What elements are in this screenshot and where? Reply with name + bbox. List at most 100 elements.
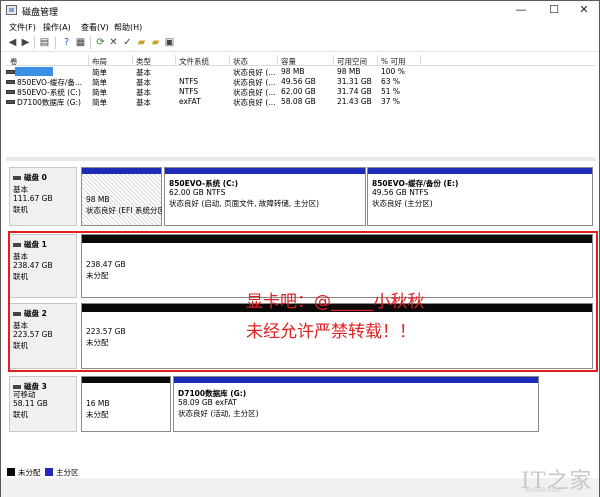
col-free-space[interactable]: 可用空间 <box>337 56 367 67</box>
volume-percent: 51 % <box>381 87 401 96</box>
minimize-button[interactable]: — <box>506 1 536 20</box>
volume-type: 基本 <box>136 98 151 107</box>
status-bar <box>1 478 599 497</box>
drive-icon <box>6 70 15 74</box>
menu-view[interactable]: 查看(V) <box>81 22 109 33</box>
toolbar-divider <box>90 37 91 49</box>
g-partition[interactable]: D7100数据库 (G:) 58.09 GB exFAT 状态良好 (活动, 主… <box>173 376 539 432</box>
col-percent-free[interactable]: % 可用 <box>381 56 406 67</box>
menu-bar: 文件(F) 操作(A) 查看(V) 帮助(H) <box>1 20 599 34</box>
disk-3-label[interactable]: 磁盘 3 可移动 58.11 GB 联机 <box>9 376 77 432</box>
toolbar-divider <box>34 37 35 49</box>
volume-percent: 63 % <box>381 77 401 86</box>
toolbar: ◀ ▶ ▤ ? ▦ ⟳ ✕ ✓ ▰ ▰ ▣ <box>1 34 599 52</box>
check-icon[interactable]: ✓ <box>122 37 133 48</box>
menu-action[interactable]: 操作(A) <box>43 22 71 33</box>
refresh-icon[interactable]: ⟳ <box>95 37 106 48</box>
c-partition[interactable]: 850EVO-系统 (C:) 62.00 GB NTFS 状态良好 (启动, 页… <box>164 167 366 226</box>
volume-percent: 37 % <box>381 97 401 106</box>
volume-free: 21.43 GB <box>337 97 372 106</box>
disk-state: 联机 <box>13 410 28 419</box>
volume-fs: NTFS <box>179 77 199 86</box>
volume-percent: 100 % <box>381 67 405 76</box>
e-partition[interactable]: 850EVO-缓存/备份 (E:) 49.56 GB NTFS 状态良好 (主分… <box>367 167 593 226</box>
menu-file[interactable]: 文件(F) <box>9 22 36 33</box>
col-status[interactable]: 状态 <box>233 56 248 67</box>
volume-row[interactable]: 850EVO-缓存/备... 简单 基本 NTFS 状态良好 (... 49.5… <box>6 77 596 87</box>
volume-fs: NTFS <box>179 87 199 96</box>
legend-primary: 主分区 <box>56 468 79 477</box>
help-icon[interactable]: ? <box>61 37 72 48</box>
efi-partition[interactable]: 98 MB 状态良好 (EFI 系统分区) <box>81 167 162 226</box>
menu-help[interactable]: 帮助(H) <box>114 22 142 33</box>
console-icon[interactable]: ▣ <box>164 37 175 48</box>
partition-status: 状态良好 (启动, 页面文件, 故障转储, 主分区) <box>169 199 320 208</box>
toolbar-divider <box>55 37 56 49</box>
maximize-button[interactable]: ☐ <box>539 1 569 20</box>
partition-bar <box>174 377 538 383</box>
volume-list-header: 卷 布局 类型 文件系统 状态 容量 可用空间 % 可用 <box>6 55 596 66</box>
disk-0-label[interactable]: 磁盘 0 基本 111.67 GB 联机 <box>9 167 77 226</box>
volume-capacity: 62.00 GB <box>281 87 316 96</box>
partition-size: 62.00 GB NTFS <box>169 188 226 197</box>
partition-size: 58.09 GB exFAT <box>178 398 237 407</box>
properties-icon[interactable]: ▦ <box>75 37 86 48</box>
open-folder-icon[interactable]: ▰ <box>136 37 147 48</box>
volume-capacity: 49.56 GB <box>281 77 316 86</box>
delete-icon[interactable]: ✕ <box>108 37 119 48</box>
volume-free: 98 MB <box>337 67 361 76</box>
watermark-line-1: 显卡吧：@_____小秋秋 <box>246 292 425 312</box>
volume-capacity: 98 MB <box>281 67 305 76</box>
ithome-logo-url: ithome.com <box>525 487 561 494</box>
disk-size: 58.11 GB <box>13 399 48 408</box>
partition-size: 49.56 GB NTFS <box>372 188 429 197</box>
partition-bar <box>82 168 161 174</box>
partition-size: 98 MB <box>86 195 110 204</box>
partition-size: 16 MB <box>86 399 110 408</box>
volume-status: 状态良好 (... <box>233 98 276 107</box>
explore-icon[interactable]: ▰ <box>150 37 161 48</box>
window-title: 磁盘管理 <box>22 8 59 18</box>
drive-icon <box>6 80 15 84</box>
partition-bar <box>368 168 592 174</box>
watermark-line-2: 未经允许严禁转载！！ <box>246 322 416 342</box>
title-bar: 磁盘管理 — ☐ ✕ <box>1 1 599 20</box>
disk-state: 联机 <box>13 205 28 214</box>
drive-icon <box>6 100 15 104</box>
volume-fs: exFAT <box>179 97 201 106</box>
drive-icon <box>6 90 15 94</box>
primary-partition-swatch <box>45 468 53 476</box>
unallocated-partition[interactable]: 16 MB 未分配 <box>81 376 171 432</box>
partition-status: 状态良好 (活动, 主分区) <box>178 409 259 418</box>
partition-status: 状态良好 (EFI 系统分区) <box>86 206 162 215</box>
volume-row[interactable]: 850EVO-系统 (C:) 简单 基本 NTFS 状态良好 (... 62.0… <box>6 87 596 97</box>
disk-3-row: 磁盘 3 可移动 58.11 GB 联机 16 MB 未分配 D7100数据库 … <box>9 376 595 432</box>
partition-status: 状态良好 (主分区) <box>372 199 433 208</box>
forward-icon[interactable]: ▶ <box>20 37 31 48</box>
volume-free: 31.31 GB <box>337 77 372 86</box>
volume-row[interactable]: D7100数据库 (G:) 简单 基本 exFAT 状态良好 (... 58.0… <box>6 97 596 107</box>
volume-row[interactable]: 简单 基本 状态良好 (... 98 MB 98 MB 100 % <box>6 67 596 77</box>
pane-splitter[interactable] <box>6 157 596 161</box>
disk-management-window: 磁盘管理 — ☐ ✕ 文件(F) 操作(A) 查看(V) 帮助(H) ◀ ▶ ▤… <box>0 0 600 497</box>
col-type[interactable]: 类型 <box>136 56 151 67</box>
col-volume[interactable]: 卷 <box>10 56 18 67</box>
selected-volume-highlight <box>15 67 53 76</box>
col-layout[interactable]: 布局 <box>92 56 107 67</box>
col-filesystem[interactable]: 文件系统 <box>179 56 209 67</box>
partition-status: 未分配 <box>86 410 109 419</box>
back-icon[interactable]: ◀ <box>7 37 18 48</box>
unallocated-swatch <box>7 468 15 476</box>
volume-capacity: 58.08 GB <box>281 97 316 106</box>
disk-0-row: 磁盘 0 基本 111.67 GB 联机 98 MB 状态良好 (EFI 系统分… <box>9 167 595 226</box>
list-view-icon[interactable]: ▤ <box>39 37 50 48</box>
disk-management-icon <box>6 5 17 15</box>
volume-free: 31.74 GB <box>337 87 372 96</box>
disk-size: 111.67 GB <box>13 194 53 203</box>
volume-name: D7100数据库 (G:) <box>17 98 81 107</box>
partition-bar <box>165 168 365 174</box>
volume-list: 卷 布局 类型 文件系统 状态 容量 可用空间 % 可用 简单 基本 状态良好 … <box>6 55 596 155</box>
close-button[interactable]: ✕ <box>569 1 599 20</box>
volume-layout: 简单 <box>92 98 107 107</box>
col-capacity[interactable]: 容量 <box>281 56 296 67</box>
